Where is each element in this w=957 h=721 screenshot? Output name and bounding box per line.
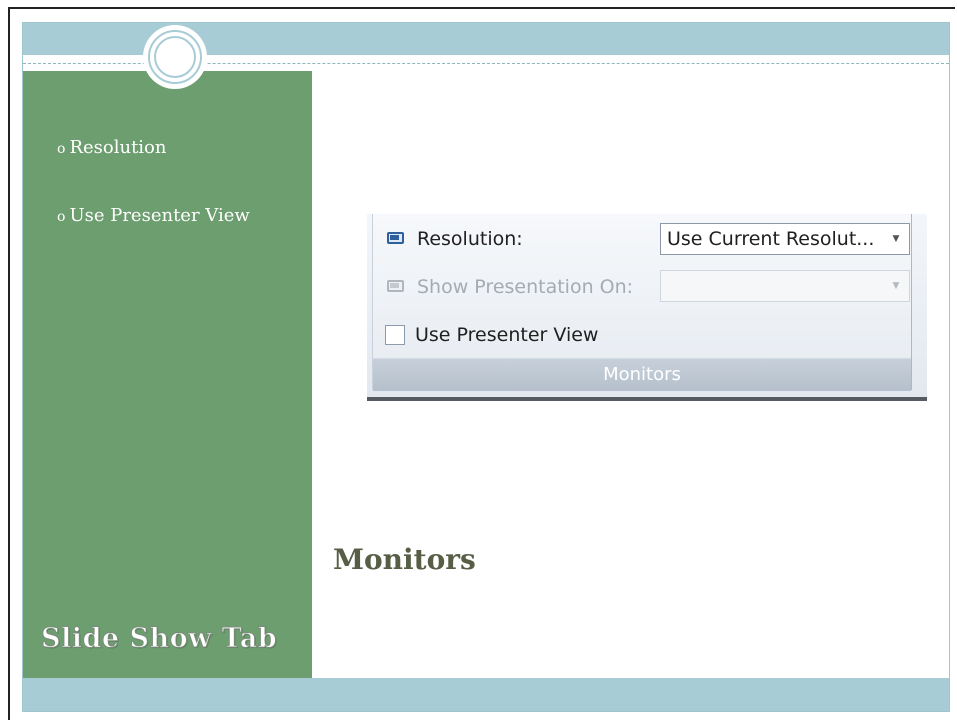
monitor-icon xyxy=(385,231,407,247)
show-on-dropdown[interactable]: ▼ xyxy=(660,270,910,302)
decorative-circle-icon xyxy=(143,25,207,89)
multi-monitor-icon xyxy=(385,279,407,295)
main-heading: Monitors xyxy=(333,543,476,576)
chevron-down-icon[interactable]: ▼ xyxy=(887,281,905,291)
group-label: Monitors xyxy=(373,358,911,391)
bullet-text: Resolution xyxy=(69,137,167,158)
chevron-down-icon[interactable]: ▼ xyxy=(887,234,905,244)
bullet-item-resolution: o Resolution xyxy=(57,137,167,158)
slide: o Resolution o Use Presenter View Slide Sh… xyxy=(22,22,950,712)
resolution-label: Resolution: xyxy=(417,228,523,250)
show-on-label: Show Presentation On: xyxy=(417,276,634,298)
bullet-item-presenter-view: o Use Presenter View xyxy=(57,205,250,226)
bullet-marker: o xyxy=(57,141,66,157)
sidebar: o Resolution o Use Presenter View xyxy=(23,71,312,678)
presenter-view-checkbox[interactable] xyxy=(385,325,405,345)
resolution-dropdown[interactable]: Use Current Resolut... ▼ xyxy=(660,223,910,255)
ribbon-screenshot: Resolution: Use Current Resolut... ▼ Sho… xyxy=(367,214,927,401)
ribbon-group: Resolution: Use Current Resolut... ▼ Sho… xyxy=(372,214,912,391)
resolution-row: Resolution: xyxy=(385,224,523,254)
bullet-text: Use Presenter View xyxy=(69,205,250,226)
presenter-view-row[interactable]: Use Presenter View xyxy=(385,320,598,350)
bullet-marker: o xyxy=(57,209,66,225)
sidebar-title: Slide Show Tab xyxy=(40,623,278,655)
show-on-row: Show Presentation On: xyxy=(385,272,633,302)
presenter-view-label[interactable]: Use Presenter View xyxy=(415,324,598,346)
resolution-value: Use Current Resolut... xyxy=(667,228,875,250)
ribbon-bottom-edge xyxy=(367,397,927,401)
bottom-bar xyxy=(23,678,949,711)
